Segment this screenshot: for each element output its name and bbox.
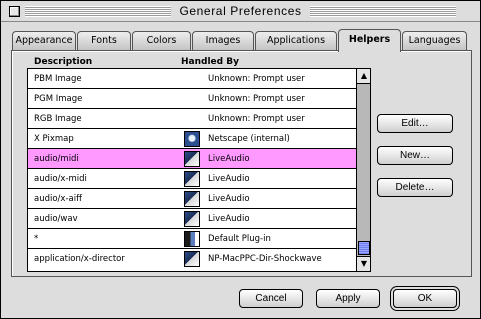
table-row[interactable]: audio/x-aiff LiveAudio bbox=[28, 189, 356, 209]
row-handler: LiveAudio bbox=[208, 194, 250, 204]
scroll-up-arrow-icon[interactable]: ▲ bbox=[357, 69, 370, 84]
row-description: PGM Image bbox=[34, 94, 83, 104]
row-handler: Netscape (internal) bbox=[208, 134, 290, 144]
tab-appearance[interactable]: Appearance bbox=[12, 31, 76, 50]
row-handler: LiveAudio bbox=[208, 214, 250, 224]
tab-fonts[interactable]: Fonts bbox=[77, 31, 131, 50]
plugin-icon bbox=[184, 171, 200, 187]
plugin-icon bbox=[184, 211, 200, 227]
table-row[interactable]: application/x-director NP-MacPPC-Dir-Sho… bbox=[28, 249, 356, 268]
row-description: audio/x-midi bbox=[34, 174, 87, 184]
row-handler: Unknown: Prompt user bbox=[208, 114, 305, 124]
table-row[interactable]: * Default Plug-in bbox=[28, 229, 356, 249]
plugin-icon bbox=[184, 251, 200, 267]
row-handler: LiveAudio bbox=[208, 154, 250, 164]
column-header-handled-by[interactable]: Handled By bbox=[181, 57, 239, 67]
row-description: PBM Image bbox=[34, 74, 82, 84]
row-description: audio/midi bbox=[34, 154, 79, 164]
scroll-thumb[interactable] bbox=[358, 241, 370, 255]
preferences-window: General Preferences Appearance Fonts Col… bbox=[0, 0, 481, 319]
tab-applications[interactable]: Applications bbox=[255, 31, 337, 50]
window-title: General Preferences bbox=[1, 4, 480, 18]
row-handler: NP-MacPPC-Dir-Shockwave bbox=[208, 254, 322, 264]
row-handler: LiveAudio bbox=[208, 174, 250, 184]
ok-button[interactable]: OK bbox=[393, 289, 457, 308]
apply-button[interactable]: Apply bbox=[316, 289, 380, 308]
helpers-list[interactable]: PBM Image Unknown: Prompt user PGM Image… bbox=[27, 68, 371, 272]
table-row[interactable]: X Pixmap Netscape (internal) bbox=[28, 129, 356, 149]
row-description: application/x-director bbox=[34, 254, 125, 264]
table-row[interactable]: PGM Image Unknown: Prompt user bbox=[28, 89, 356, 109]
row-description: RGB Image bbox=[34, 114, 82, 124]
plugin-icon bbox=[184, 231, 200, 247]
row-handler: Default Plug-in bbox=[208, 234, 271, 244]
plugin-icon bbox=[184, 191, 200, 207]
tab-images[interactable]: Images bbox=[192, 31, 254, 50]
scroll-down-arrow-icon[interactable]: ▼ bbox=[357, 256, 370, 271]
table-row[interactable]: audio/wav LiveAudio bbox=[28, 209, 356, 229]
table-row-selected[interactable]: audio/midi LiveAudio bbox=[28, 149, 356, 169]
vertical-scrollbar[interactable]: ▲ ▼ bbox=[356, 69, 370, 271]
tab-helpers[interactable]: Helpers bbox=[338, 29, 401, 52]
plugin-icon bbox=[184, 151, 200, 167]
row-handler: Unknown: Prompt user bbox=[208, 74, 305, 84]
row-description: audio/wav bbox=[34, 214, 78, 224]
row-description: * bbox=[34, 234, 39, 244]
table-row[interactable]: audio/x-midi LiveAudio bbox=[28, 169, 356, 189]
column-header-description[interactable]: Description bbox=[34, 57, 92, 67]
netscape-icon bbox=[184, 131, 200, 147]
row-description: X Pixmap bbox=[34, 134, 74, 144]
tab-languages[interactable]: Languages bbox=[402, 31, 467, 50]
row-handler: Unknown: Prompt user bbox=[208, 94, 305, 104]
table-row[interactable]: RGB Image Unknown: Prompt user bbox=[28, 109, 356, 129]
title-bar[interactable]: General Preferences bbox=[1, 1, 480, 22]
table-row[interactable]: PBM Image Unknown: Prompt user bbox=[28, 69, 356, 89]
tab-colors[interactable]: Colors bbox=[132, 31, 191, 50]
delete-button[interactable]: Delete… bbox=[377, 178, 453, 197]
cancel-button[interactable]: Cancel bbox=[239, 289, 303, 308]
new-button[interactable]: New… bbox=[377, 146, 453, 165]
edit-button[interactable]: Edit… bbox=[377, 114, 453, 133]
row-description: audio/x-aiff bbox=[34, 194, 82, 204]
